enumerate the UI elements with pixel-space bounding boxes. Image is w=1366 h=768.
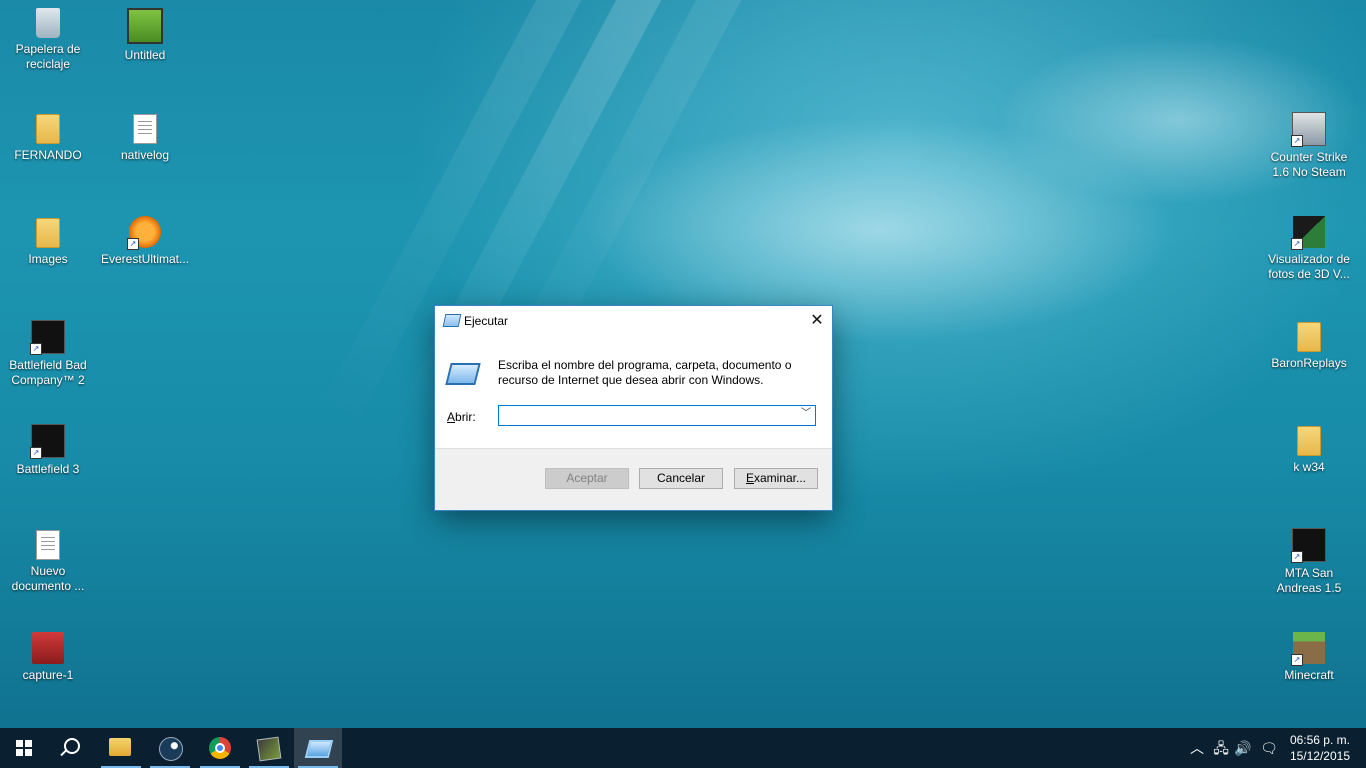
clock-date: 15/12/2015 (1289, 749, 1350, 763)
folder-icon (1297, 426, 1321, 456)
desktop-icon-label: Minecraft (1284, 668, 1334, 682)
chevron-up-icon: ︿ (1190, 740, 1204, 756)
file-explorer-icon (109, 738, 131, 756)
minecraft-icon: ↗ (1291, 632, 1325, 666)
folder-icon (36, 114, 60, 144)
folder-icon (36, 218, 60, 248)
shortcut-arrow-icon: ↗ (1291, 551, 1303, 563)
desktop-icon-label: Counter Strike 1.6 No Steam (1270, 150, 1348, 179)
desktop-icon-3d-vision[interactable]: ↗ Visualizador de fotos de 3D V... (1264, 216, 1354, 282)
desktop-icon-kw34[interactable]: k w34 (1264, 424, 1354, 475)
desktop-icon-label: Images (28, 252, 68, 266)
run-dialog: Ejecutar ✕ Escriba el nombre del program… (435, 306, 832, 510)
network-icon: 🖧 (1213, 740, 1229, 756)
desktop-icon-fernando[interactable]: FERNANDO (3, 112, 93, 163)
text-file-icon (36, 530, 60, 560)
taskbar-nvidia[interactable] (245, 728, 293, 768)
desktop-icon-minecraft[interactable]: ↗ Minecraft (1264, 632, 1354, 683)
browse-label-mnemonic: E (745, 471, 754, 485)
game-shortcut-icon: ↗ (30, 320, 65, 355)
volume-button[interactable]: 🔊 (1232, 728, 1254, 768)
desktop-icon-nativelog[interactable]: nativelog (100, 112, 190, 163)
windows-logo-icon (16, 740, 32, 756)
action-center-button[interactable]: 🗨 (1258, 728, 1280, 768)
open-label: Abrir: (447, 410, 476, 424)
desktop-icon-capture-1[interactable]: capture-1 (3, 632, 93, 683)
text-file-icon (133, 114, 157, 144)
shortcut-arrow-icon: ↗ (127, 238, 139, 250)
dialog-description: Escriba el nombre del programa, carpeta,… (498, 358, 792, 387)
search-button[interactable] (48, 728, 96, 768)
desktop-icon-baronreplays[interactable]: BaronReplays (1264, 320, 1354, 371)
shortcut-arrow-icon: ↗ (30, 343, 42, 355)
desktop-icon-bf3[interactable]: ↗ Battlefield 3 (3, 424, 93, 477)
folder-icon (1297, 322, 1321, 352)
taskbar-chrome[interactable] (196, 728, 244, 768)
ok-button[interactable]: Aceptar (545, 468, 629, 489)
steam-icon (159, 737, 183, 761)
desktop-icon-label: MTA San Andreas 1.5 (1276, 566, 1342, 595)
desktop-icon-label: nativelog (120, 148, 170, 162)
desktop-icon-label: Nuevo documento ... (11, 564, 85, 593)
clock-time: 06:56 p. m. (1289, 733, 1350, 747)
network-button[interactable]: 🖧 (1210, 728, 1232, 768)
game-shortcut-icon: ↗ (1291, 112, 1326, 147)
desktop-icon-label: Papelera de reciclaje (15, 42, 81, 71)
close-button[interactable]: ✕ (802, 306, 832, 335)
show-hidden-icons-button[interactable]: ︿ (1188, 728, 1206, 768)
notification-icon: 🗨 (1260, 740, 1278, 756)
desktop-icon-label: Battlefield Bad Company™ 2 (9, 358, 87, 387)
video-file-icon (127, 8, 163, 44)
desktop-icon-label: Untitled (124, 48, 166, 62)
run-icon (445, 363, 481, 385)
taskbar-run[interactable] (294, 728, 342, 768)
taskbar-file-explorer[interactable] (97, 728, 145, 768)
chevron-down-icon[interactable]: ﹀ (801, 409, 811, 419)
start-button[interactable] (0, 728, 48, 768)
recycle-bin-icon (36, 8, 60, 38)
taskbar: ︿ 🖧 🔊 🗨 06:56 p. m. 15/12/2015 (0, 728, 1366, 768)
dialog-footer: Aceptar Cancelar Examinar... (435, 448, 832, 510)
desktop-icon-label: Visualizador de fotos de 3D V... (1268, 252, 1350, 281)
run-icon (304, 740, 334, 758)
game-shortcut-icon: ↗ (1291, 528, 1326, 563)
desktop-icon-label: EverestUltimat... (100, 252, 190, 266)
dialog-titlebar[interactable]: Ejecutar ✕ (435, 306, 832, 335)
everest-icon: ↗ (127, 216, 161, 250)
desktop-icon-label: Battlefield 3 (16, 462, 80, 476)
clock[interactable]: 06:56 p. m. 15/12/2015 (1290, 732, 1350, 764)
desktop-icon-mta[interactable]: ↗ MTA San Andreas 1.5 (1264, 528, 1354, 596)
desktop-icon-label: BaronReplays (1271, 356, 1347, 370)
nvidia-icon (256, 736, 282, 762)
taskbar-steam[interactable] (146, 728, 194, 768)
desktop-icon-recycle-bin[interactable]: Papelera de reciclaje (3, 8, 93, 72)
browse-label-text: xaminar... (753, 471, 807, 485)
shortcut-arrow-icon: ↗ (1291, 135, 1303, 147)
shortcut-arrow-icon: ↗ (30, 447, 42, 459)
open-label-mnemonic: A (447, 410, 456, 424)
search-icon (64, 738, 80, 754)
shortcut-arrow-icon: ↗ (1291, 238, 1303, 250)
run-app-icon (442, 314, 462, 327)
desktop-icon-bfbc2[interactable]: ↗ Battlefield Bad Company™ 2 (3, 320, 93, 388)
dialog-title: Ejecutar (464, 314, 509, 328)
shortcut-arrow-icon: ↗ (1291, 654, 1303, 666)
open-label-text: brir: (455, 410, 476, 424)
video-file-icon (32, 632, 64, 664)
speaker-icon: 🔊 (1234, 740, 1252, 756)
desktop-icon-label: capture-1 (22, 668, 74, 682)
desktop-icon-everest[interactable]: ↗ EverestUltimat... (100, 216, 190, 267)
desktop-icon-counter-strike[interactable]: ↗ Counter Strike 1.6 No Steam (1264, 112, 1354, 180)
open-combobox[interactable]: ﹀ (498, 405, 816, 426)
desktop-icon-images[interactable]: Images (3, 216, 93, 267)
app-shortcut-icon: ↗ (1291, 216, 1325, 250)
desktop-icon-nuevo-documento[interactable]: Nuevo documento ... (3, 528, 93, 594)
desktop-icon-label: k w34 (1293, 460, 1325, 474)
chrome-icon (209, 737, 231, 759)
browse-button[interactable]: Examinar... (734, 468, 818, 489)
desktop-icon-label: FERNANDO (14, 148, 82, 162)
desktop-icon-untitled[interactable]: Untitled (100, 8, 190, 63)
cancel-button[interactable]: Cancelar (639, 468, 723, 489)
game-shortcut-icon: ↗ (30, 424, 65, 459)
